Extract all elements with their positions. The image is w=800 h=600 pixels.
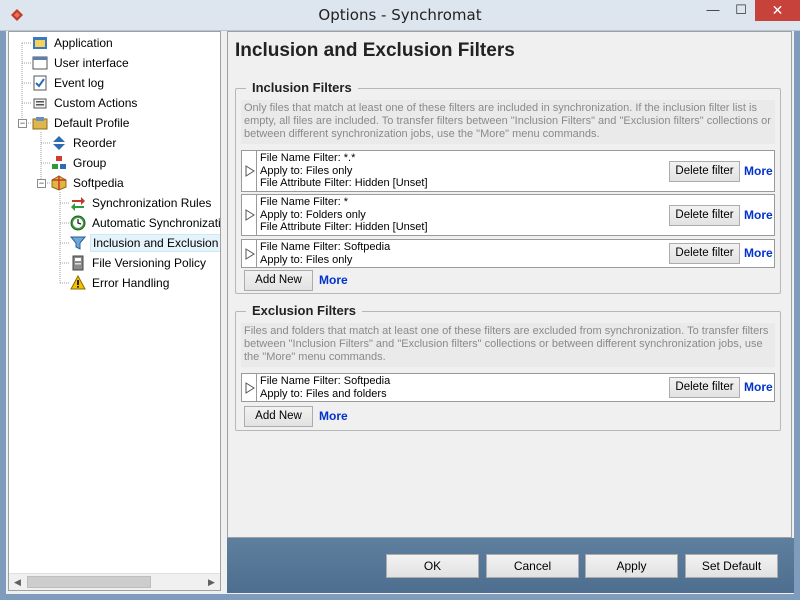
filter-apply-line: Apply to: Files and folders [260,387,387,400]
expand-triangle-icon [245,247,255,260]
scrollbar-thumb[interactable] [27,576,151,588]
expand-triangle-icon [245,381,255,394]
collapse-toggle[interactable]: − [18,119,27,128]
more-link[interactable]: More [744,380,773,394]
filter-details: File Name Filter: Softpedia Apply to: Fi… [260,375,390,400]
filter-icon [70,236,86,250]
tree-item-label: User interface [54,56,129,70]
exclusion-filters-title: Exclusion Filters [246,303,363,318]
custom-actions-icon [33,98,47,109]
more-link[interactable]: More [744,246,773,260]
filter-details: File Name Filter: Softpedia Apply to: Fi… [260,241,390,266]
exclusion-filters-group: Exclusion Filters Files and folders that… [235,303,781,431]
filter-name-line: File Name Filter: Softpedia [260,375,391,387]
tree-item-label: Group [73,156,107,170]
filter-details: File Name Filter: *.* Apply to: Files on… [260,152,428,190]
inclusion-filters-description: Only files that match at least one of th… [241,100,775,144]
add-new-exclusion-button[interactable]: Add New [244,406,313,427]
delete-filter-button[interactable]: Delete filter [669,377,740,398]
tree-item-label: Application [54,36,113,50]
tree-horizontal-scrollbar[interactable]: ◀ ▶ [9,573,220,590]
filter-attribute-line: File Attribute Filter: Hidden [Unset] [260,177,428,189]
clock-icon [70,215,86,231]
tree-item-label: Error Handling [92,276,170,290]
scroll-right-arrow-icon[interactable]: ▶ [203,574,220,590]
profile-icon [32,117,48,130]
job-icon [51,175,67,191]
apply-button[interactable]: Apply [585,554,678,578]
tree-item-label: Default Profile [54,116,130,130]
inclusion-filters-group: Inclusion Filters Only files that match … [235,80,781,294]
inclusion-filter-row[interactable]: File Name Filter: Softpedia Apply to: Fi… [241,239,775,268]
maximize-button[interactable]: ☐ [727,0,755,21]
expand-triangle-icon [245,165,255,177]
delete-filter-button[interactable]: Delete filter [669,205,740,226]
close-button[interactable]: ✕ [755,0,800,21]
title-bar: Options - Synchromat — ☐ ✕ [0,0,800,31]
filter-details: File Name Filter: * Apply to: Folders on… [260,196,428,234]
delete-filter-button[interactable]: Delete filter [669,243,740,264]
cancel-button[interactable]: Cancel [486,554,579,578]
more-link[interactable]: More [744,208,773,222]
tree-item-label: File Versioning Policy [92,256,207,270]
exclusion-filter-row[interactable]: File Name Filter: Softpedia Apply to: Fi… [241,373,775,402]
tree-viewport: Application User interface Event log Cus… [9,32,220,577]
expand-filter-toggle[interactable] [242,240,257,267]
reorder-icon [53,136,65,150]
group-icon [52,156,66,169]
expand-filter-toggle[interactable] [242,151,257,191]
inclusion-filter-row[interactable]: File Name Filter: * Apply to: Folders on… [241,194,775,236]
expand-triangle-icon [245,209,255,221]
tree-item-label: Softpedia [73,176,124,190]
warning-icon [70,275,86,290]
filter-attribute-line: File Attribute Filter: Hidden [Unset] [260,221,428,233]
filter-apply-line: Apply to: Folders only [260,208,366,221]
tree-item-label: Synchronization Rules [92,196,212,210]
inclusion-filters-title: Inclusion Filters [246,80,358,95]
delete-filter-button[interactable]: Delete filter [669,161,740,182]
event-log-icon [33,75,47,91]
filter-apply-line: Apply to: Files only [260,253,353,266]
collapse-toggle[interactable]: − [37,179,46,188]
tree-item-label: Inclusion and Exclusion Filters [90,234,220,252]
dialog-button-bar: OK Cancel Apply Set Default [227,538,794,593]
versioning-icon [72,255,84,271]
expand-filter-toggle[interactable] [242,374,257,401]
filter-name-line: File Name Filter: *.* [260,152,356,164]
exclusion-filters-description: Files and folders that match at least on… [241,323,775,367]
tree-item-label: Automatic Synchronization [92,216,220,230]
filters-panel: Inclusion and Exclusion Filters Inclusio… [227,31,792,538]
tree-item-label: Custom Actions [54,96,138,110]
tree-item-label: Event log [54,76,105,90]
ok-button[interactable]: OK [386,554,479,578]
inclusion-filter-row[interactable]: File Name Filter: *.* Apply to: Files on… [241,150,775,192]
inclusion-more-link[interactable]: More [319,273,348,287]
application-icon [33,37,47,49]
exclusion-more-link[interactable]: More [319,409,348,423]
window-title: Options - Synchromat [318,6,482,24]
filter-name-line: File Name Filter: * [260,196,349,208]
set-default-button[interactable]: Set Default [685,554,778,578]
page-title: Inclusion and Exclusion Filters [235,40,515,61]
user-interface-icon [32,56,48,70]
tree-item-label: Reorder [73,136,117,150]
more-link[interactable]: More [744,164,773,178]
expand-filter-toggle[interactable] [242,195,257,235]
options-tree[interactable]: Application User interface Event log Cus… [8,31,221,591]
filter-apply-line: Apply to: Files only [260,164,353,177]
filter-name-line: File Name Filter: Softpedia [260,241,391,253]
sync-rules-icon [71,197,85,211]
add-new-inclusion-button[interactable]: Add New [244,270,313,291]
scroll-left-arrow-icon[interactable]: ◀ [9,574,26,590]
minimize-button[interactable]: — [699,0,727,21]
